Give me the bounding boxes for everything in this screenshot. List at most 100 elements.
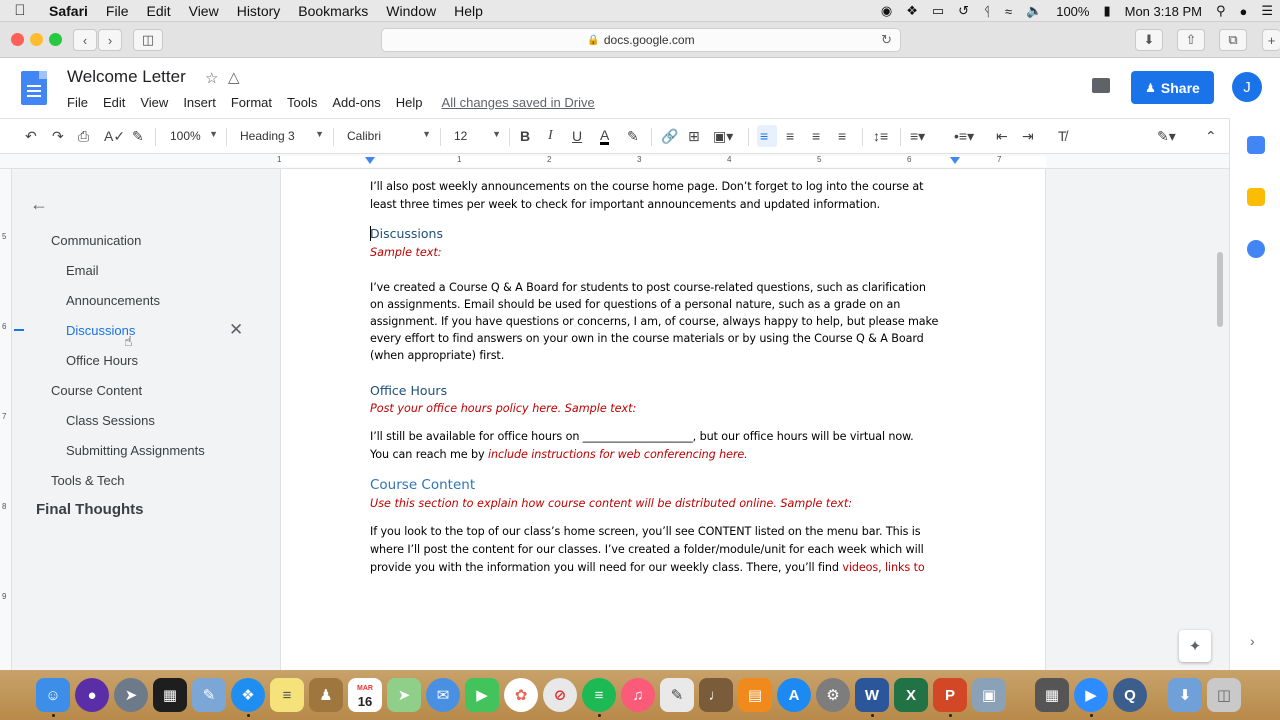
quicktime-icon[interactable]: Q	[1113, 678, 1147, 712]
close-window-button[interactable]	[11, 33, 24, 46]
apple-menu-icon[interactable]: 	[0, 2, 40, 19]
spotlight-search-icon[interactable]: ⚲	[1209, 3, 1233, 19]
wifi-icon[interactable]: ≈	[998, 4, 1019, 19]
address-bar[interactable]: 🔒 docs.google.com ↻	[381, 28, 901, 52]
underline-button[interactable]: U	[572, 128, 582, 144]
star-icon[interactable]: ☆	[205, 69, 218, 87]
forward-button[interactable]: ›	[98, 29, 122, 51]
text-color-button[interactable]: A	[600, 128, 610, 145]
doc-paragraph-line[interactable]: where I’ll post the content for our clas…	[370, 543, 924, 556]
decrease-indent-icon[interactable]: ⇤	[996, 128, 1008, 145]
menu-app-name[interactable]: Safari	[40, 3, 97, 19]
finder-icon[interactable]: ☺	[36, 678, 70, 712]
garageband-icon[interactable]: ♩	[699, 678, 733, 712]
zoom-window-button[interactable]	[49, 33, 62, 46]
document-title[interactable]: Welcome Letter	[67, 67, 186, 87]
explore-button[interactable]: ✦	[1179, 630, 1211, 662]
font-size-select[interactable]: 12 ▼	[454, 129, 501, 143]
menu-window[interactable]: Window	[377, 3, 445, 19]
add-comment-icon[interactable]: ⊞	[688, 128, 700, 145]
bold-button[interactable]: B	[520, 128, 530, 144]
close-icon[interactable]: ✕	[229, 320, 243, 340]
record-icon[interactable]: ◉	[874, 3, 899, 19]
clear-formatting-icon[interactable]: T̸	[1058, 128, 1067, 144]
news-icon[interactable]: ⊘	[543, 678, 577, 712]
word-icon[interactable]: W	[855, 678, 889, 712]
photos-icon[interactable]: ✿	[504, 678, 538, 712]
keep-icon[interactable]	[1247, 188, 1265, 206]
doc-paragraph-line[interactable]: (when appropriate) first.	[370, 349, 504, 362]
doc-paragraph-line[interactable]: I’ll also post weekly announcements on t…	[370, 180, 924, 193]
menu-help[interactable]: Help	[445, 3, 492, 19]
docs-menu-tools[interactable]: Tools	[287, 95, 317, 110]
heading-discussions[interactable]: Discussions	[370, 226, 443, 241]
share-button[interactable]: ♟ Share	[1131, 71, 1214, 104]
redo-icon[interactable]: ↷	[52, 128, 64, 145]
menu-bookmarks[interactable]: Bookmarks	[289, 3, 377, 19]
increase-indent-icon[interactable]: ⇥	[1022, 128, 1034, 145]
volume-icon[interactable]: 🔈	[1019, 3, 1049, 19]
airplay-icon[interactable]: ▭	[925, 3, 951, 19]
outline-item-final-thoughts[interactable]: Final Thoughts	[36, 501, 143, 518]
sample-label[interactable]: Sample text:	[370, 246, 442, 259]
document-page[interactable]	[280, 169, 1046, 670]
activity-monitor-icon[interactable]: ▦	[153, 678, 187, 712]
docs-menu-insert[interactable]: Insert	[183, 95, 216, 110]
reload-icon[interactable]: ↻	[881, 32, 892, 48]
tasks-icon[interactable]	[1247, 240, 1265, 258]
right-indent-marker[interactable]	[950, 157, 960, 164]
outline-item-tools-tech[interactable]: Tools & Tech	[51, 473, 124, 488]
docs-menu-help[interactable]: Help	[396, 95, 423, 110]
save-status[interactable]: All changes saved in Drive	[442, 95, 595, 110]
maps-icon[interactable]: ➤	[387, 678, 421, 712]
outline-item-office-hours[interactable]: Office Hours	[66, 353, 138, 368]
outline-item-communication[interactable]: Communication	[51, 233, 141, 248]
minimize-window-button[interactable]	[30, 33, 43, 46]
docs-menu-addons[interactable]: Add-ons	[332, 95, 380, 110]
facetime-icon[interactable]: ▶	[465, 678, 499, 712]
insert-image-icon[interactable]: ▣▾	[713, 128, 733, 145]
docs-menu-view[interactable]: View	[140, 95, 168, 110]
editing-mode-icon[interactable]: ✎▾	[1157, 128, 1176, 145]
align-center-icon[interactable]: ≡	[786, 128, 794, 144]
heading-office-hours[interactable]: Office Hours	[370, 383, 447, 398]
font-select[interactable]: Calibri ▼	[347, 129, 431, 143]
menu-history[interactable]: History	[228, 3, 290, 19]
menu-view[interactable]: View	[180, 3, 228, 19]
chevron-right-icon[interactable]: ›	[1250, 633, 1255, 649]
back-arrow-icon[interactable]: ←	[30, 194, 48, 215]
siri-dock-icon[interactable]: ●	[75, 678, 109, 712]
move-to-drive-icon[interactable]: △	[228, 68, 240, 86]
vertical-scrollbar[interactable]	[1217, 252, 1223, 327]
new-tab-button[interactable]: +	[1262, 29, 1280, 51]
calendar-icon[interactable]	[1247, 136, 1265, 154]
menu-file[interactable]: File	[97, 3, 138, 19]
outline-item-course-content[interactable]: Course Content	[51, 383, 142, 398]
avatar[interactable]: J	[1232, 72, 1262, 102]
doc-paragraph-line[interactable]: I’ll still be available for office hours…	[370, 430, 914, 443]
outline-item-class-sessions[interactable]: Class Sessions	[66, 413, 155, 428]
downloads-folder-icon[interactable]: ⬇	[1168, 678, 1202, 712]
outline-item-announcements[interactable]: Announcements	[66, 293, 160, 308]
docs-logo-icon[interactable]	[21, 71, 47, 105]
comment-history-icon[interactable]	[1092, 78, 1110, 93]
highlight-color-icon[interactable]: ✎	[627, 128, 639, 145]
docs-menu-format[interactable]: Format	[231, 95, 272, 110]
outline-item-email[interactable]: Email	[66, 263, 99, 278]
align-left-icon[interactable]: ≡	[760, 128, 768, 144]
notes-icon[interactable]: ≡	[270, 678, 304, 712]
doc-paragraph-line[interactable]: every effort to find answers on your own…	[370, 332, 924, 345]
trash-icon[interactable]: ◫	[1207, 678, 1241, 712]
messages-icon[interactable]: ✉	[426, 678, 460, 712]
powerpoint-icon[interactable]: P	[933, 678, 967, 712]
align-right-icon[interactable]: ≡	[812, 128, 820, 144]
system-preferences-icon[interactable]: ⚙	[816, 678, 850, 712]
insert-link-icon[interactable]: 🔗	[661, 128, 678, 145]
books-icon[interactable]: ▤	[738, 678, 772, 712]
spellcheck-icon[interactable]: A✓	[104, 128, 125, 145]
launchpad-icon[interactable]: ➤	[114, 678, 148, 712]
hide-menus-icon[interactable]: ⌃	[1205, 128, 1217, 145]
sample-label[interactable]: Use this section to explain how course c…	[370, 497, 852, 510]
doc-paragraph-line[interactable]: I’ve created a Course Q & A Board for st…	[370, 281, 926, 294]
zoom-icon[interactable]: ▶	[1074, 678, 1108, 712]
